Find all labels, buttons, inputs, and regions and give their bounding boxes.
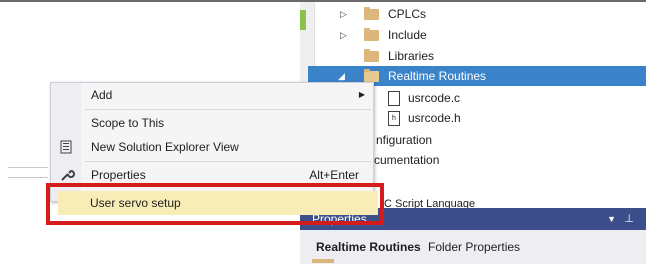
scroll-thumb[interactable] xyxy=(300,10,306,30)
c-file-icon xyxy=(388,91,400,106)
pin-icon[interactable]: ⊥ xyxy=(624,208,634,230)
folder-icon xyxy=(364,7,379,20)
folder-icon xyxy=(312,259,334,263)
folder-open-icon xyxy=(364,69,379,82)
gutter-line xyxy=(8,177,48,178)
menu-item-label: Add xyxy=(91,88,113,102)
tree-item-cplcs[interactable]: ▷ CPLCs xyxy=(340,4,640,24)
menu-separator xyxy=(85,161,371,162)
expand-arrow-icon[interactable]: ▷ xyxy=(340,25,347,45)
menu-separator xyxy=(85,109,371,110)
tree-item-libraries[interactable]: Libraries xyxy=(340,46,640,66)
menu-item-label: New Solution Explorer View xyxy=(91,140,239,154)
folder-icon xyxy=(364,28,379,41)
tree-item-usrcode-c[interactable]: usrcode.c xyxy=(380,88,640,108)
tree-item-label: CPLCs xyxy=(388,7,427,21)
tree-item-include[interactable]: ▷ Include xyxy=(340,25,640,45)
menu-item-add[interactable]: Add ▶ xyxy=(51,83,373,107)
tree-item-label: usrcode.h xyxy=(408,111,461,125)
gutter-line xyxy=(8,167,48,168)
wrench-icon xyxy=(59,167,75,183)
h-file-icon: h xyxy=(388,111,400,126)
submenu-arrow-icon: ▶ xyxy=(358,90,365,99)
tree-item-configuration[interactable]: nfiguration xyxy=(376,130,432,150)
properties-object-header: Realtime Routines Folder Properties xyxy=(300,230,646,264)
menu-item-label: Scope to This xyxy=(91,116,165,130)
tree-item-label: Libraries xyxy=(388,49,435,63)
properties-object-name: Realtime Routines xyxy=(316,240,421,254)
tree-item-documentation[interactable]: cumentation xyxy=(374,150,439,170)
menu-item-new-solution-explorer-view[interactable]: New Solution Explorer View xyxy=(51,135,373,159)
tree-item-label: usrcode.c xyxy=(408,91,461,105)
tree-item-label: Realtime Routines xyxy=(388,69,487,83)
tree-item-label: Include xyxy=(388,28,427,42)
highlight-annotation xyxy=(46,183,384,225)
tree-item-usrcode-h[interactable]: h usrcode.h xyxy=(380,108,640,128)
new-view-icon xyxy=(59,139,75,155)
dropdown-arrow-icon[interactable]: ▼ xyxy=(607,208,616,230)
expand-arrow-icon[interactable]: ▷ xyxy=(340,4,347,24)
menu-item-scope-to-this[interactable]: Scope to This xyxy=(51,111,373,135)
properties-object-type: Folder Properties xyxy=(428,240,521,254)
folder-icon xyxy=(364,49,379,62)
